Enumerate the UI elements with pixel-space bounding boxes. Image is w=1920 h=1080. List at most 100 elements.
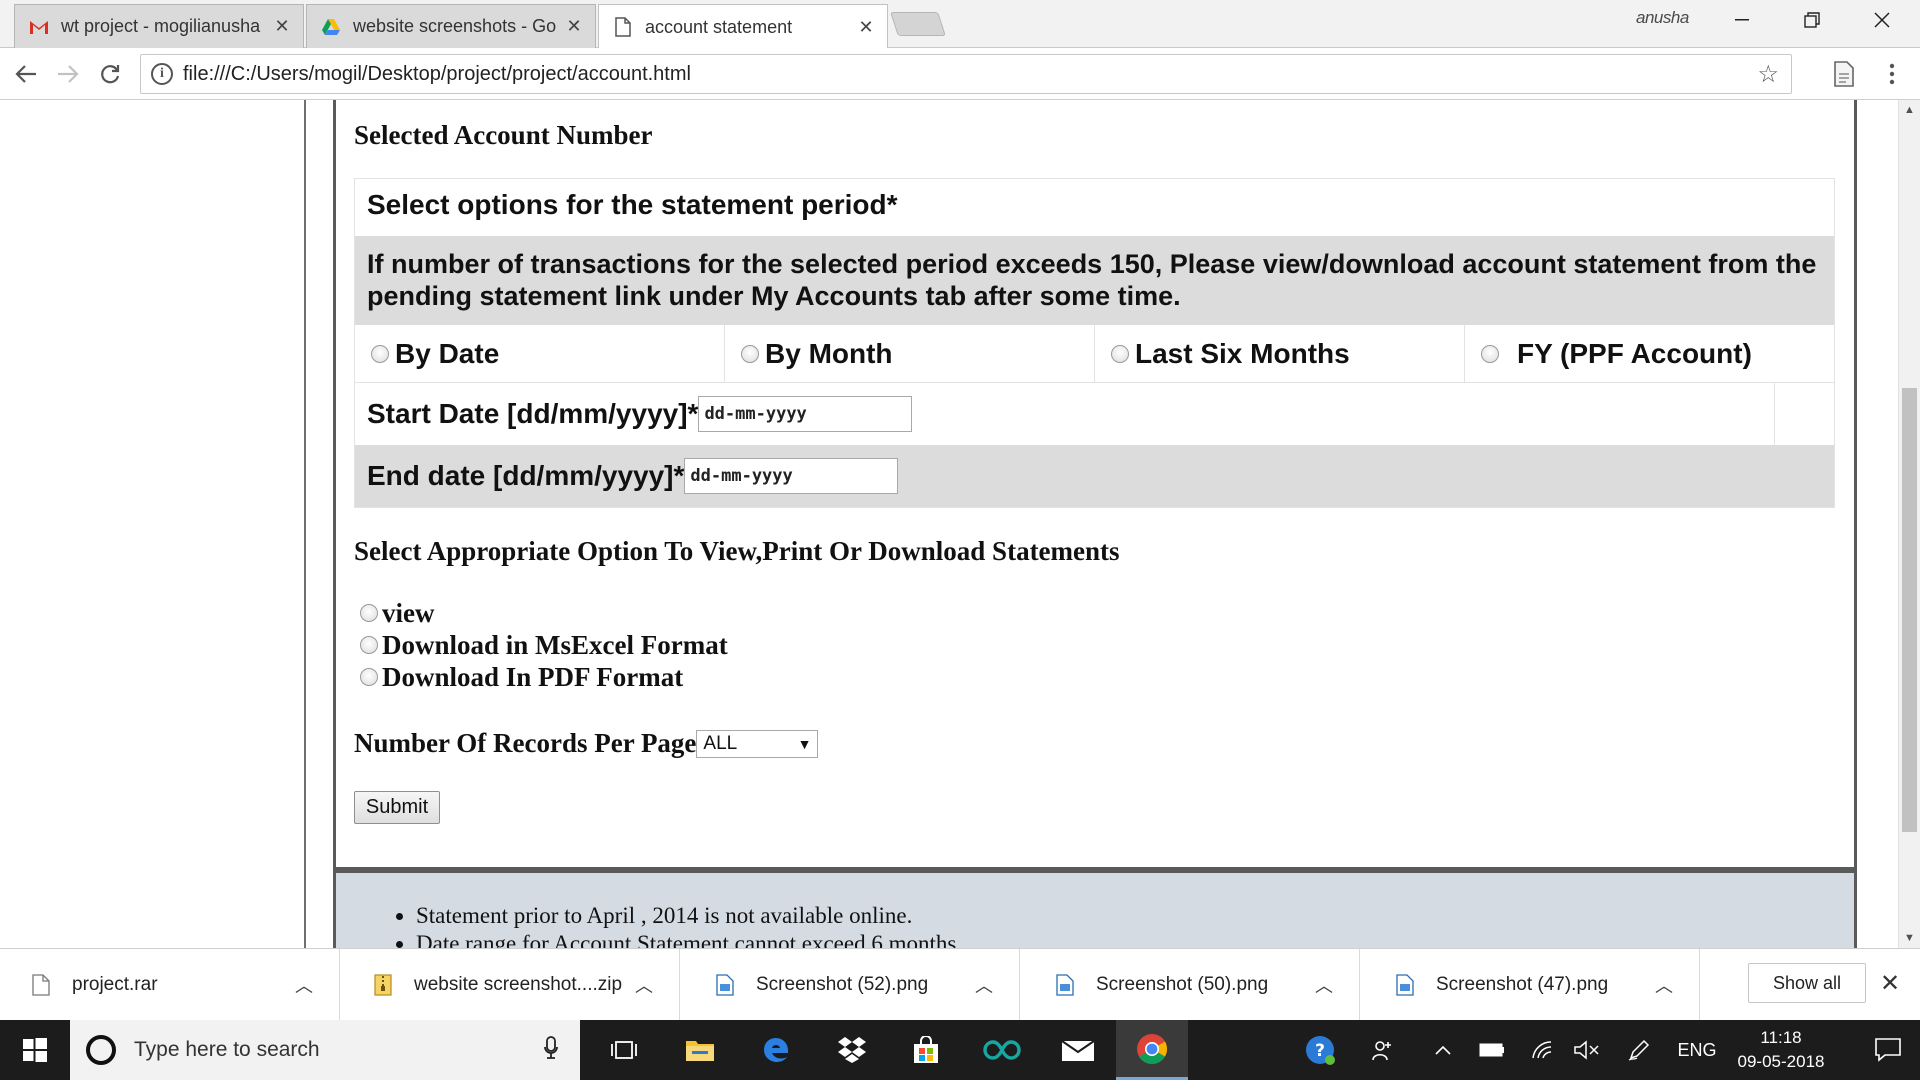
period-radio-row: By Date By Month Last Six Months FY (PPF… — [355, 325, 1834, 383]
address-bar[interactable]: i file:///C:/Users/mogil/Desktop/project… — [140, 54, 1792, 94]
notes-panel: Statement prior to April , 2014 is not a… — [333, 870, 1857, 948]
tab-gmail[interactable]: wt project - mogilianusha ✕ — [14, 4, 304, 48]
info-icon[interactable]: i — [151, 63, 173, 85]
arduino-icon[interactable] — [966, 1020, 1038, 1080]
start-date-row: Start Date [dd/mm/yyyy]* dd-mm-yyyy — [355, 383, 1775, 445]
restore-icon[interactable] — [1784, 4, 1840, 36]
edge-browser-icon[interactable] — [740, 1020, 812, 1080]
download-shelf: project.rar ︿ website screenshot....zip … — [0, 948, 1920, 1021]
minimize-icon[interactable] — [1714, 4, 1770, 36]
image-file-icon — [1054, 972, 1076, 998]
submit-button[interactable]: Submit — [354, 791, 440, 824]
browser-toolbar: i file:///C:/Users/mogil/Desktop/project… — [0, 48, 1920, 100]
chevron-up-icon[interactable]: ︿ — [975, 972, 993, 998]
tab-title: wt project - mogilianusha — [61, 16, 261, 36]
taskbar-search-box[interactable]: Type here to search — [70, 1020, 580, 1080]
download-name: website screenshot....zip — [414, 974, 623, 995]
battery-icon[interactable] — [1476, 1020, 1508, 1080]
store-icon[interactable] — [890, 1020, 962, 1080]
radio-button[interactable] — [360, 668, 378, 686]
clock-time: 11:18 — [1760, 1028, 1802, 1047]
taskbar-clock[interactable]: 11:18 09-05-2018 — [1726, 1026, 1836, 1074]
document-extension-icon[interactable] — [1828, 58, 1860, 90]
download-item[interactable]: website screenshot....zip ︿ — [340, 949, 680, 1021]
forward-arrow-icon[interactable] — [52, 58, 84, 90]
chevron-up-icon[interactable]: ︿ — [1655, 972, 1673, 998]
download-item[interactable]: Screenshot (50).png ︿ — [1020, 949, 1360, 1021]
end-date-input[interactable]: dd-mm-yyyy — [684, 458, 899, 494]
cortana-icon[interactable] — [86, 1035, 116, 1065]
start-date-input[interactable]: dd-mm-yyyy — [698, 396, 913, 432]
new-tab-button[interactable] — [890, 12, 946, 36]
period-option-fy-ppf[interactable]: FY (PPF Account) — [1465, 325, 1834, 383]
pen-icon[interactable] — [1624, 1020, 1654, 1080]
radio-button[interactable] — [371, 344, 389, 363]
file-explorer-icon[interactable] — [664, 1020, 736, 1080]
download-item[interactable]: Screenshot (52).png ︿ — [680, 949, 1020, 1021]
records-per-page-select[interactable]: ALL ▼ — [696, 729, 819, 758]
radio-button[interactable] — [360, 604, 378, 622]
radio-button[interactable] — [741, 344, 759, 363]
period-option-last-six-months[interactable]: Last Six Months — [1095, 325, 1465, 383]
url-text[interactable]: file:///C:/Users/mogil/Desktop/project/p… — [183, 63, 1757, 86]
windows-start-icon[interactable] — [0, 1020, 70, 1080]
radio-button[interactable] — [1481, 344, 1499, 363]
records-selected-value: ALL — [703, 732, 738, 754]
radio-button[interactable] — [1111, 344, 1129, 363]
tab-account-statement[interactable]: account statement ✕ — [598, 4, 888, 49]
radio-button[interactable] — [360, 636, 378, 654]
back-arrow-icon[interactable] — [10, 58, 42, 90]
view-option-view[interactable]: view — [360, 597, 728, 629]
notes-list: Statement prior to April , 2014 is not a… — [416, 903, 962, 948]
clock-date: 09-05-2018 — [1737, 1052, 1825, 1071]
end-date-label: End date [dd/mm/yyyy]* — [367, 460, 685, 491]
dropbox-icon[interactable] — [816, 1020, 888, 1080]
download-item[interactable]: Screenshot (47).png ︿ — [1360, 949, 1700, 1021]
chevron-up-icon[interactable]: ︿ — [1315, 972, 1333, 998]
bookmark-star-icon[interactable]: ☆ — [1757, 60, 1779, 89]
profile-name[interactable]: anusha — [1636, 8, 1689, 28]
end-date-row: End date [dd/mm/yyyy]* dd-mm-yyyy — [355, 445, 1834, 507]
volume-muted-icon[interactable] — [1572, 1020, 1602, 1080]
help-icon[interactable]: ? — [1298, 1020, 1342, 1080]
reload-icon[interactable] — [94, 58, 126, 90]
tab-drive[interactable]: website screenshots - Go ✕ — [306, 4, 596, 48]
menu-icon[interactable] — [1876, 58, 1908, 90]
download-name: Screenshot (50).png — [1096, 974, 1269, 995]
records-per-page-label: Number Of Records Per Page — [354, 728, 697, 758]
chevron-up-icon[interactable]: ︿ — [295, 972, 313, 998]
file-icon — [30, 972, 52, 998]
scroll-down-arrow-icon[interactable]: ▼ — [1899, 928, 1920, 948]
language-indicator[interactable]: ENG — [1672, 1020, 1722, 1080]
view-option-label: view — [382, 597, 435, 628]
view-option-excel[interactable]: Download in MsExcel Format — [360, 629, 728, 661]
notification-icon[interactable] — [1856, 1020, 1920, 1080]
microphone-icon[interactable] — [544, 1035, 558, 1065]
chevron-up-icon[interactable] — [1428, 1020, 1458, 1080]
tab-strip: wt project - mogilianusha ✕ website scre… — [0, 0, 1920, 49]
download-item[interactable]: project.rar ︿ — [0, 949, 340, 1021]
wifi-icon[interactable] — [1528, 1020, 1558, 1080]
tab-title: website screenshots - Go — [353, 16, 557, 36]
close-icon[interactable]: ✕ — [565, 16, 583, 37]
page-scrollbar[interactable]: ▲ ▼ — [1898, 100, 1920, 948]
search-placeholder: Type here to search — [134, 1038, 320, 1061]
scroll-thumb[interactable] — [1902, 388, 1917, 832]
period-option-by-month[interactable]: By Month — [725, 325, 1095, 383]
show-all-button[interactable]: Show all — [1748, 963, 1866, 1003]
start-date-label: Start Date [dd/mm/yyyy]* — [367, 398, 699, 429]
close-window-icon[interactable] — [1854, 4, 1910, 36]
chrome-icon[interactable] — [1116, 1020, 1188, 1080]
scroll-up-arrow-icon[interactable]: ▲ — [1899, 100, 1920, 120]
view-option-pdf[interactable]: Download In PDF Format — [360, 661, 728, 693]
svg-text:?: ? — [1315, 1041, 1325, 1061]
task-view-icon[interactable] — [588, 1020, 660, 1080]
close-icon[interactable]: ✕ — [857, 17, 875, 38]
people-icon[interactable] — [1366, 1020, 1400, 1080]
period-option-by-date[interactable]: By Date — [355, 325, 725, 383]
close-icon[interactable]: ✕ — [273, 16, 291, 37]
close-icon[interactable]: ✕ — [1880, 969, 1900, 998]
mail-icon[interactable] — [1042, 1020, 1114, 1080]
chevron-up-icon[interactable]: ︿ — [635, 972, 653, 998]
period-option-label: FY (PPF Account) — [1517, 337, 1752, 369]
